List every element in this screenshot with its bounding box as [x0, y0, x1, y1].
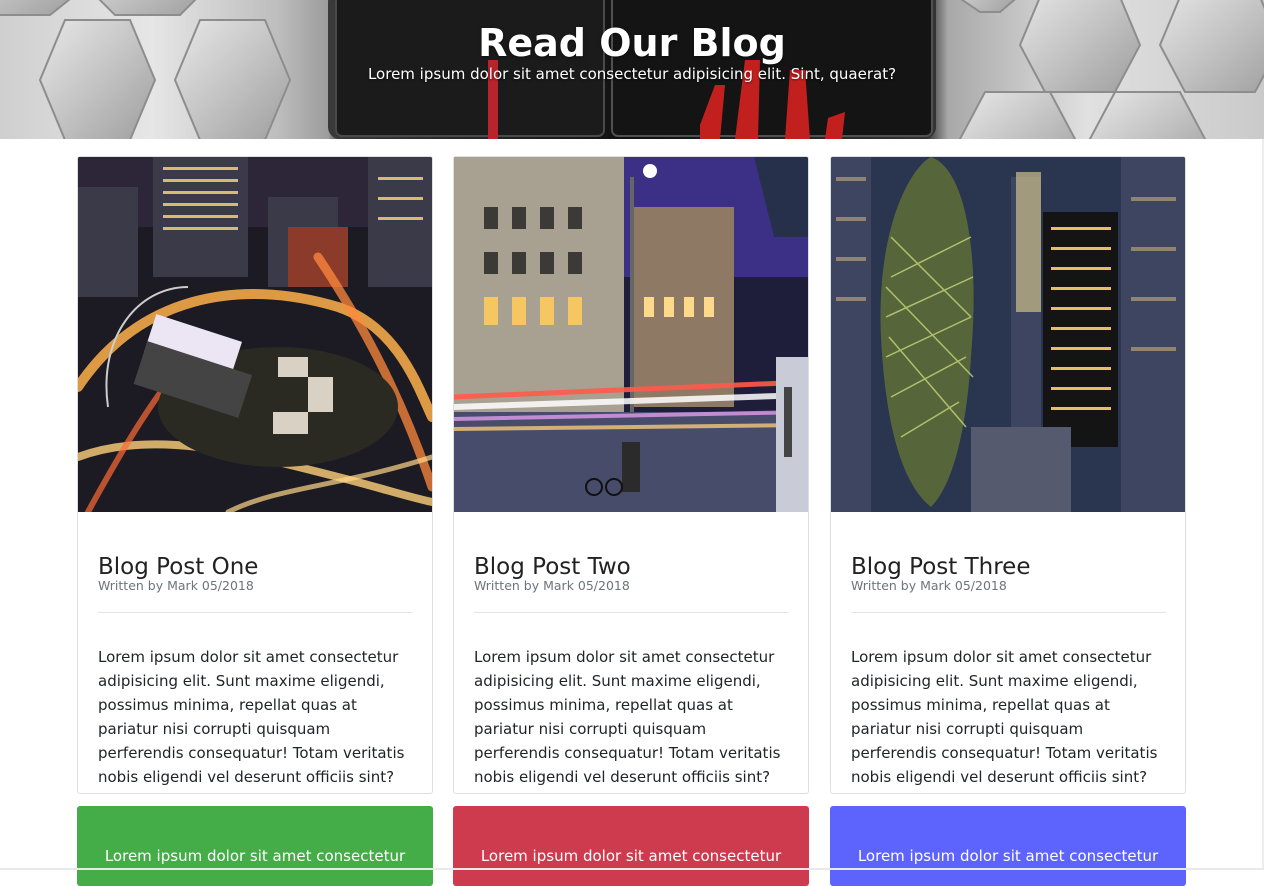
- blog-card-2: Blog Post Two Written by Mark 05/2018 Lo…: [453, 156, 809, 794]
- hero-subtitle: Lorem ipsum dolor sit amet consectetur a…: [367, 65, 897, 83]
- blog-post-excerpt: Lorem ipsum dolor sit amet consectetur a…: [98, 648, 405, 786]
- blog-post-meta: Written by Mark 05/2018: [851, 578, 1007, 593]
- feature-box-text: Lorem ipsum dolor sit amet consectetur: [857, 847, 1159, 865]
- blog-card-1: Blog Post One Written by Mark 05/2018 Lo…: [77, 156, 433, 794]
- blog-post-excerpt: Lorem ipsum dolor sit amet consectetur a…: [474, 648, 781, 786]
- blog-post-three-image: [831, 157, 1185, 512]
- feature-box-blue: Lorem ipsum dolor sit amet consectetur: [830, 806, 1186, 886]
- blog-card-3: Blog Post Three Written by Mark 05/2018 …: [830, 156, 1186, 794]
- blog-post-two-image: [454, 157, 808, 512]
- blog-post-excerpt: Lorem ipsum dolor sit amet consectetur a…: [851, 648, 1158, 786]
- feature-box-text: Lorem ipsum dolor sit amet consectetur: [480, 847, 782, 865]
- divider: [98, 612, 413, 613]
- blog-post-meta: Written by Mark 05/2018: [474, 578, 630, 593]
- blog-post-meta: Written by Mark 05/2018: [98, 578, 254, 593]
- divider: [474, 612, 789, 613]
- divider: [851, 612, 1166, 613]
- hero-banner: Read Our Blog Lorem ipsum dolor sit amet…: [0, 0, 1264, 139]
- feature-box-red: Lorem ipsum dolor sit amet consectetur: [453, 806, 809, 886]
- feature-box-green: Lorem ipsum dolor sit amet consectetur: [77, 806, 433, 886]
- feature-box-text: Lorem ipsum dolor sit amet consectetur: [104, 847, 406, 865]
- blog-post-one-image: [78, 157, 432, 512]
